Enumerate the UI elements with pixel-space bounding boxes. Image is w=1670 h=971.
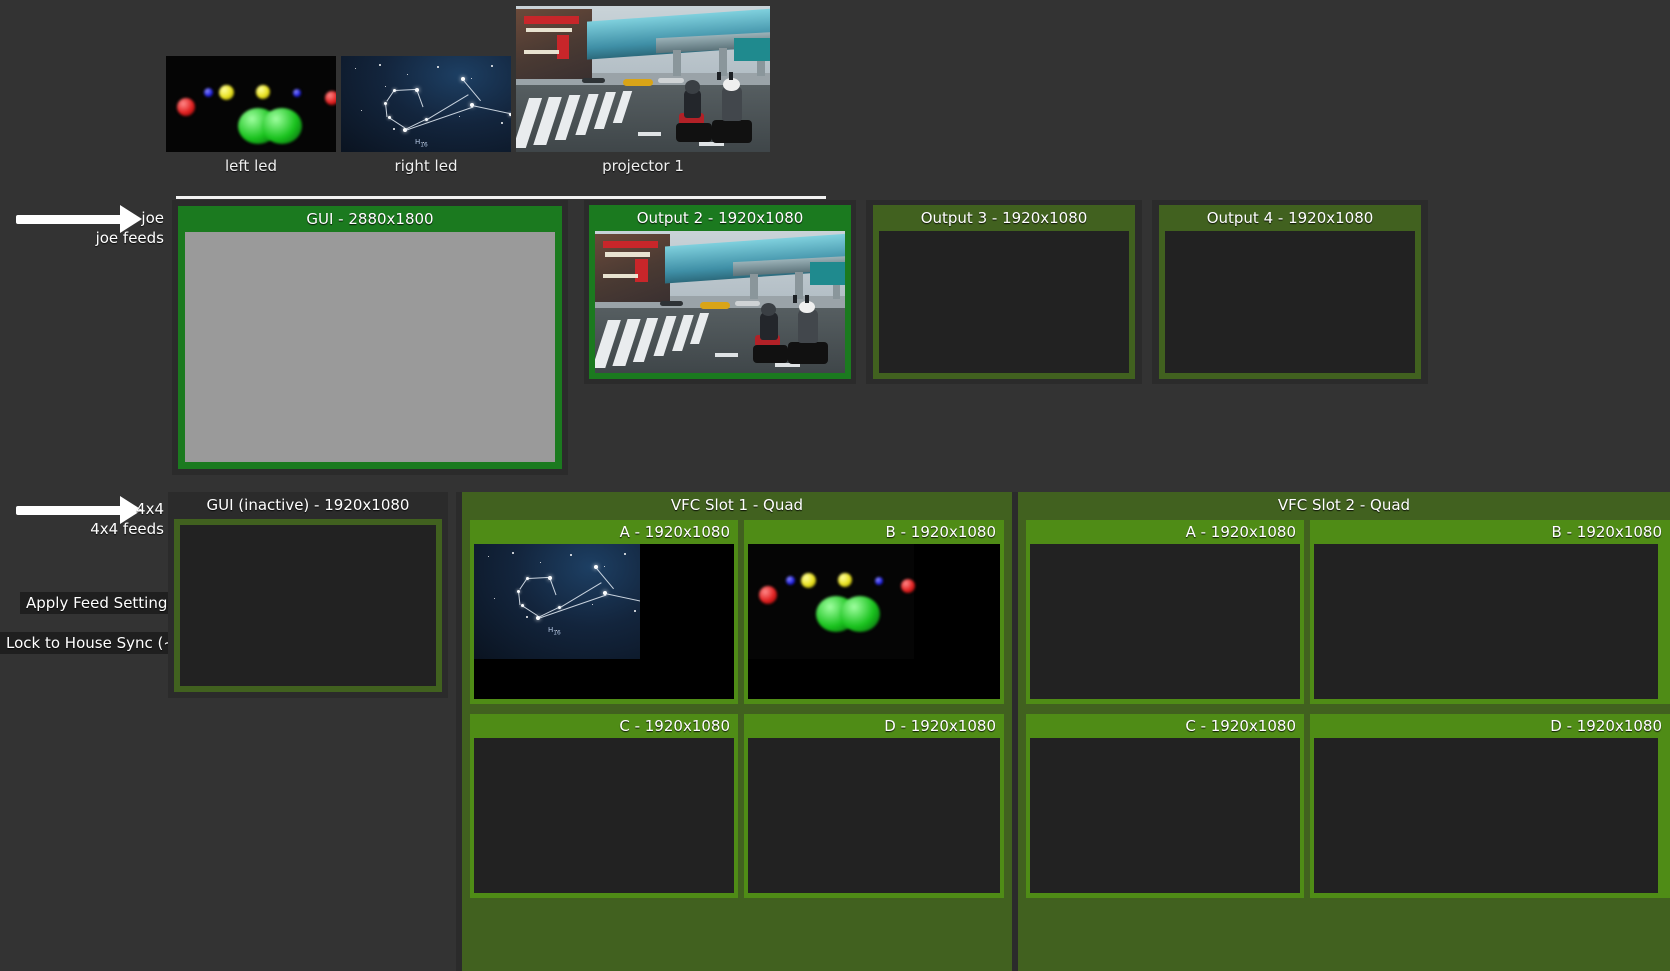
vfc-slot-1-quadrant-a[interactable]: A - 1920x1080 xyxy=(470,520,738,704)
star-chart-annotation: H16 xyxy=(415,138,428,148)
source-strip-divider xyxy=(176,196,826,199)
output-title-4: Output 4 - 1920x1080 xyxy=(1159,205,1421,231)
output-panel-gui[interactable]: GUI - 2880x1800 xyxy=(172,200,568,475)
vfc-slot-1-quadrant-d[interactable]: D - 1920x1080 xyxy=(744,714,1004,898)
vfc-slot-1-quadrant-a-title: A - 1920x1080 xyxy=(470,520,738,544)
output-screen-gui-inactive[interactable] xyxy=(180,525,436,686)
output-title-gui-inactive: GUI (inactive) - 1920x1080 xyxy=(168,492,448,519)
vfc-slot-2-quadrant-a-screen[interactable] xyxy=(1030,544,1300,699)
vfc-slot-2-quadrant-c[interactable]: C - 1920x1080 xyxy=(1026,714,1304,898)
output-title-3: Output 3 - 1920x1080 xyxy=(873,205,1135,231)
source-thumbnail-right-led[interactable]: H16 right led xyxy=(341,56,511,152)
joe-row-name: joe xyxy=(0,209,164,227)
vfc-slot-2-quadrant-d[interactable]: D - 1920x1080 xyxy=(1310,714,1670,898)
output-panel-4[interactable]: Output 4 - 1920x1080 xyxy=(1152,200,1428,384)
output-title-gui: GUI - 2880x1800 xyxy=(178,206,562,232)
source-thumbnail-strip: left led xyxy=(0,0,1670,200)
vfc-slot-2-frame: VFC Slot 2 - Quad A - 1920x1080 B - 1920… xyxy=(1018,492,1670,971)
source-label: right led xyxy=(341,157,511,175)
vfc-slot-2-panel[interactable]: VFC Slot 2 - Quad A - 1920x1080 B - 1920… xyxy=(1012,492,1670,971)
star-chart-annotation: H16 xyxy=(548,626,561,636)
output-panel-gui-inactive[interactable]: GUI (inactive) - 1920x1080 xyxy=(168,492,448,698)
lock-to-house-sync-button[interactable]: Lock to House Sync (~) xyxy=(0,632,170,654)
right-led-preview: H16 xyxy=(341,56,511,152)
city-street-scene xyxy=(516,6,770,152)
output-frame-2: Output 2 - 1920x1080 xyxy=(589,205,851,379)
apply-feed-settings-button[interactable]: Apply Feed Settings xyxy=(20,592,170,614)
vfc-slot-2-quadrant-c-screen[interactable] xyxy=(1030,738,1300,893)
vfc-slot-2-title: VFC Slot 2 - Quad xyxy=(1018,492,1670,519)
vfc-slot-2-quadrant-b[interactable]: B - 1920x1080 xyxy=(1310,520,1670,704)
source-thumbnail-left-led[interactable]: left led xyxy=(166,56,336,152)
fourbyfour-row-name: 4x4 xyxy=(0,500,164,518)
vfc-slot-1-quadrant-c[interactable]: C - 1920x1080 xyxy=(470,714,738,898)
output-frame-3: Output 3 - 1920x1080 xyxy=(873,205,1135,379)
vfc-slot-1-frame: VFC Slot 1 - Quad A - 1920x1080 xyxy=(462,492,1012,971)
star-chart-scene: H16 xyxy=(474,544,640,659)
vfc-slot-2-quadrant-a-title: A - 1920x1080 xyxy=(1026,520,1304,544)
joe-row-sub: joe feeds xyxy=(0,229,164,247)
vfc-slot-2-quadrant-b-title: B - 1920x1080 xyxy=(1310,520,1670,544)
output-screen-4[interactable] xyxy=(1165,231,1415,373)
led-spheres-scene xyxy=(748,544,914,659)
vfc-slot-1-quadrant-d-screen[interactable] xyxy=(748,738,1000,893)
left-led-preview xyxy=(166,56,336,152)
output-frame-4: Output 4 - 1920x1080 xyxy=(1159,205,1421,379)
vfc-slot-1-quadrant-c-screen[interactable] xyxy=(474,738,734,893)
source-thumbnail-projector-1[interactable]: projector 1 xyxy=(516,6,770,152)
vfc-slot-1-title: VFC Slot 1 - Quad xyxy=(462,492,1012,519)
fourbyfour-row-sub: 4x4 feeds xyxy=(0,520,164,538)
vfc-slot-1-quadrant-b-title: B - 1920x1080 xyxy=(744,520,1004,544)
vfc-slot-2-quadrant-c-title: C - 1920x1080 xyxy=(1026,714,1304,738)
vfc-slot-1-quadrant-b-screen[interactable] xyxy=(748,544,1000,699)
vfc-slot-1-quadrant-b[interactable]: B - 1920x1080 xyxy=(744,520,1004,704)
vfc-slot-1-quadrant-c-title: C - 1920x1080 xyxy=(470,714,738,738)
led-spheres-scene xyxy=(166,56,336,152)
vfc-slot-1-quadrant-a-screen[interactable]: H16 xyxy=(474,544,734,699)
source-label: left led xyxy=(166,157,336,175)
output-frame-gui-inactive xyxy=(174,519,442,692)
output-panel-2[interactable]: Output 2 - 1920x1080 xyxy=(584,200,856,384)
vfc-slot-1-panel[interactable]: VFC Slot 1 - Quad A - 1920x1080 xyxy=(456,492,1012,971)
vfc-slot-1-quadrant-d-title: D - 1920x1080 xyxy=(744,714,1004,738)
source-label: projector 1 xyxy=(516,157,770,175)
output-panel-3[interactable]: Output 3 - 1920x1080 xyxy=(866,200,1142,384)
vfc-slot-2-quadrant-b-screen[interactable] xyxy=(1314,544,1658,699)
city-street-scene xyxy=(595,231,845,373)
output-screen-3[interactable] xyxy=(879,231,1129,373)
output-screen-gui[interactable] xyxy=(185,232,555,462)
projector-1-preview xyxy=(516,6,770,152)
star-chart-scene: H16 xyxy=(341,56,511,152)
vfc-slot-2-quadrant-d-title: D - 1920x1080 xyxy=(1310,714,1670,738)
vfc-slot-2-quadrant-d-screen[interactable] xyxy=(1314,738,1658,893)
vfc-slot-2-quadrant-a[interactable]: A - 1920x1080 xyxy=(1026,520,1304,704)
output-title-2: Output 2 - 1920x1080 xyxy=(589,205,851,231)
output-screen-2[interactable] xyxy=(595,231,845,373)
output-frame-gui: GUI - 2880x1800 xyxy=(178,206,562,469)
